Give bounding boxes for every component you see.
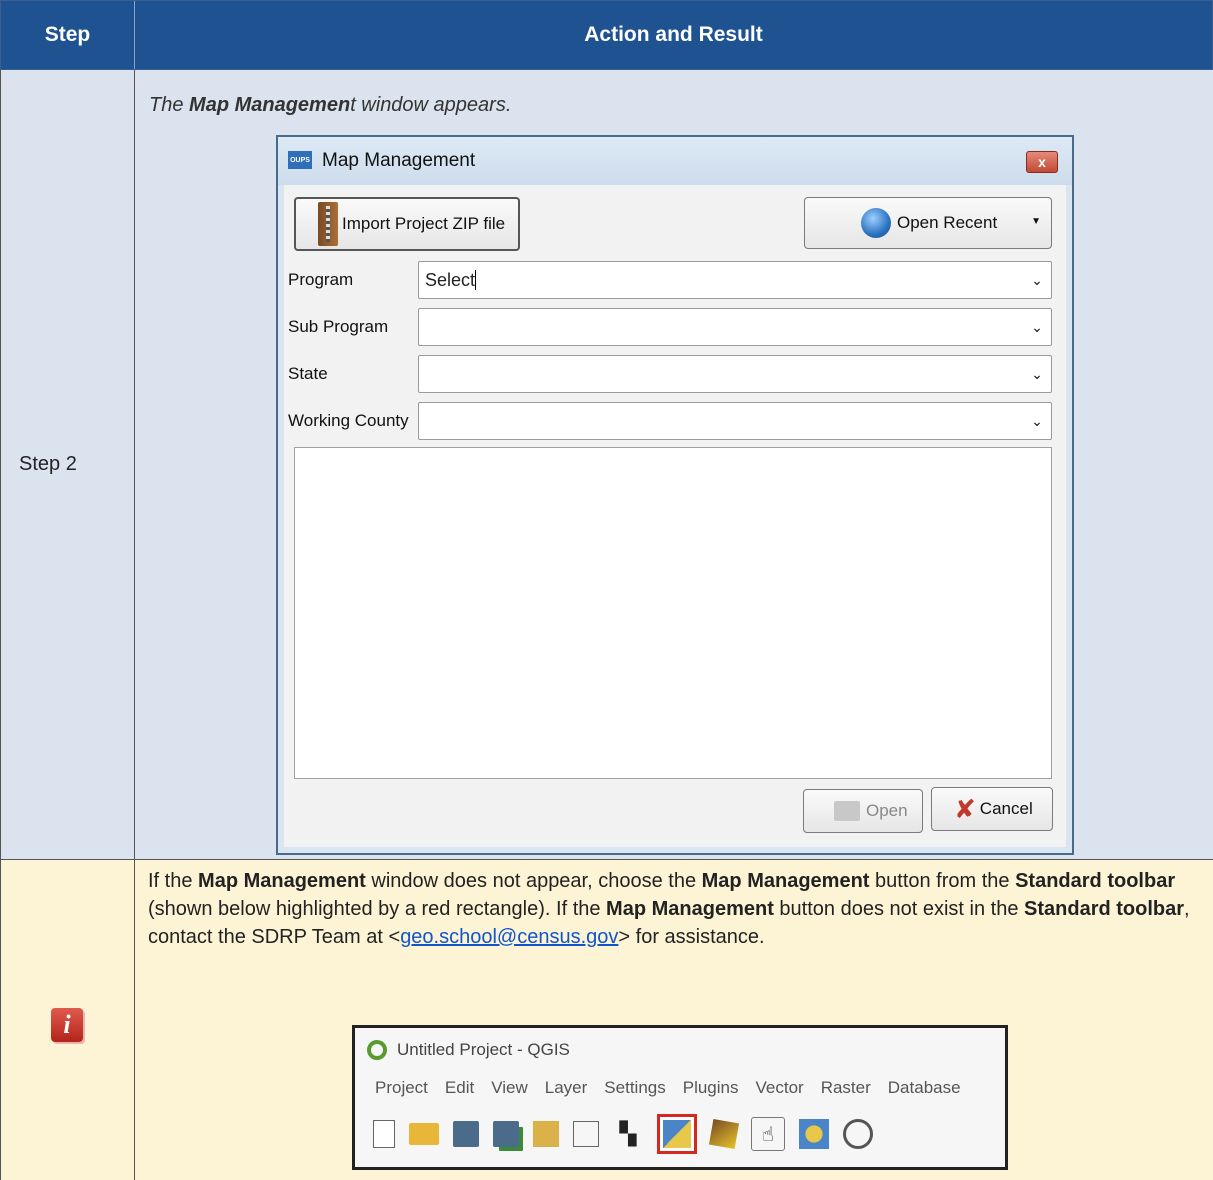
open-button[interactable]: Open	[803, 789, 923, 833]
zip-file-icon	[318, 202, 338, 246]
globe-icon	[861, 208, 891, 238]
info-icon: i	[51, 1008, 83, 1042]
dropdown-caret-icon: ▼	[1031, 216, 1041, 227]
zoom-in-icon[interactable]	[843, 1119, 873, 1149]
menu-settings[interactable]: Settings	[604, 1078, 665, 1098]
sub-program-select[interactable]: ⌄	[418, 308, 1052, 346]
layout-manager-icon[interactable]	[573, 1121, 599, 1147]
cancel-button[interactable]: ✘ Cancel	[931, 787, 1053, 831]
open-folder-icon[interactable]	[409, 1123, 439, 1145]
state-select[interactable]: ⌄	[418, 355, 1052, 393]
map-management-button[interactable]	[657, 1114, 697, 1154]
chevron-down-icon[interactable]: ⌄	[1023, 403, 1051, 439]
table-header-row: Step Action and Result	[0, 0, 1213, 70]
working-county-label: Working County	[288, 411, 409, 430]
header-action-and-result: Action and Result	[584, 23, 763, 46]
folder-icon	[834, 801, 860, 821]
table-row-step-2: Step 2 The Map Management window appears…	[0, 70, 1213, 860]
pan-to-selection-icon[interactable]	[799, 1119, 829, 1149]
menu-view[interactable]: View	[491, 1078, 528, 1098]
new-project-icon[interactable]	[373, 1120, 395, 1148]
action-cell: The Map Management window appears. OUPS …	[135, 70, 1213, 859]
menu-vector[interactable]: Vector	[756, 1078, 804, 1098]
save-icon[interactable]	[453, 1121, 479, 1147]
qgis-toolbar-screenshot: Untitled Project - QGIS Project Edit Vie…	[352, 1025, 1008, 1170]
dialog-body: Import Project ZIP file Open Recent ▼ Pr…	[284, 185, 1066, 847]
program-select[interactable]: Select ⌄	[418, 261, 1052, 299]
note-text: If the Map Management window does not ap…	[148, 870, 1190, 948]
working-county-select[interactable]: ⌄	[418, 402, 1052, 440]
table-row-note: i If the Map Management window does not …	[0, 860, 1213, 1180]
close-button[interactable]: x	[1026, 151, 1058, 173]
note-cell: If the Map Management window does not ap…	[135, 860, 1213, 1180]
app-icon: OUPS	[288, 151, 312, 169]
new-print-layout-icon[interactable]	[533, 1121, 559, 1147]
sub-program-label: Sub Program	[288, 317, 389, 336]
intro-suffix: t window appears.	[350, 94, 512, 116]
email-link[interactable]: geo.school@census.gov	[400, 926, 618, 948]
qgis-menu-bar: Project Edit View Layer Settings Plugins…	[375, 1078, 961, 1098]
qgis-title-bar: Untitled Project - QGIS	[367, 1040, 570, 1060]
cancel-x-icon: ✘	[954, 793, 976, 824]
menu-edit[interactable]: Edit	[445, 1078, 474, 1098]
qgis-window-title: Untitled Project - QGIS	[397, 1040, 570, 1059]
menu-database[interactable]: Database	[888, 1078, 961, 1098]
import-button-label: Import Project ZIP file	[342, 214, 506, 233]
menu-project[interactable]: Project	[375, 1078, 428, 1098]
chevron-down-icon[interactable]: ⌄	[1023, 309, 1051, 345]
program-label: Program	[288, 270, 354, 289]
map-management-icon	[663, 1120, 691, 1148]
save-as-icon[interactable]	[493, 1121, 519, 1147]
qgis-logo-icon	[367, 1040, 387, 1060]
open-recent-button[interactable]: Open Recent ▼	[804, 197, 1052, 249]
header-step: Step	[1, 1, 135, 69]
pan-hand-icon[interactable]: ☝	[751, 1117, 785, 1151]
cancel-button-label: Cancel	[979, 799, 1033, 818]
standard-toolbar: ▚ ☝	[373, 1114, 873, 1154]
style-manager-icon[interactable]: ▚	[613, 1119, 643, 1149]
intro-prefix: The	[149, 94, 190, 116]
menu-plugins[interactable]: Plugins	[683, 1078, 739, 1098]
open-recent-label: Open Recent	[897, 213, 998, 232]
intro-bold: Map Managemen	[189, 94, 351, 116]
step-cell: Step 2	[1, 70, 135, 859]
project-list[interactable]	[294, 447, 1052, 779]
intro-text: The Map Management window appears.	[149, 94, 511, 117]
import-project-zip-button[interactable]: Import Project ZIP file	[294, 197, 520, 251]
program-value: Select	[425, 269, 476, 290]
brush-icon[interactable]	[708, 1118, 740, 1150]
chevron-down-icon[interactable]: ⌄	[1023, 356, 1051, 392]
chevron-down-icon[interactable]: ⌄	[1023, 262, 1051, 298]
dialog-titlebar: OUPS Map Management x	[278, 137, 1072, 185]
dialog-title: Map Management	[322, 150, 476, 171]
menu-raster[interactable]: Raster	[821, 1078, 871, 1098]
open-button-label: Open	[866, 801, 908, 820]
map-management-dialog: OUPS Map Management x Import Project ZIP…	[276, 135, 1074, 855]
menu-layer[interactable]: Layer	[545, 1078, 588, 1098]
state-label: State	[288, 364, 328, 383]
note-icon-cell: i	[1, 860, 135, 1180]
